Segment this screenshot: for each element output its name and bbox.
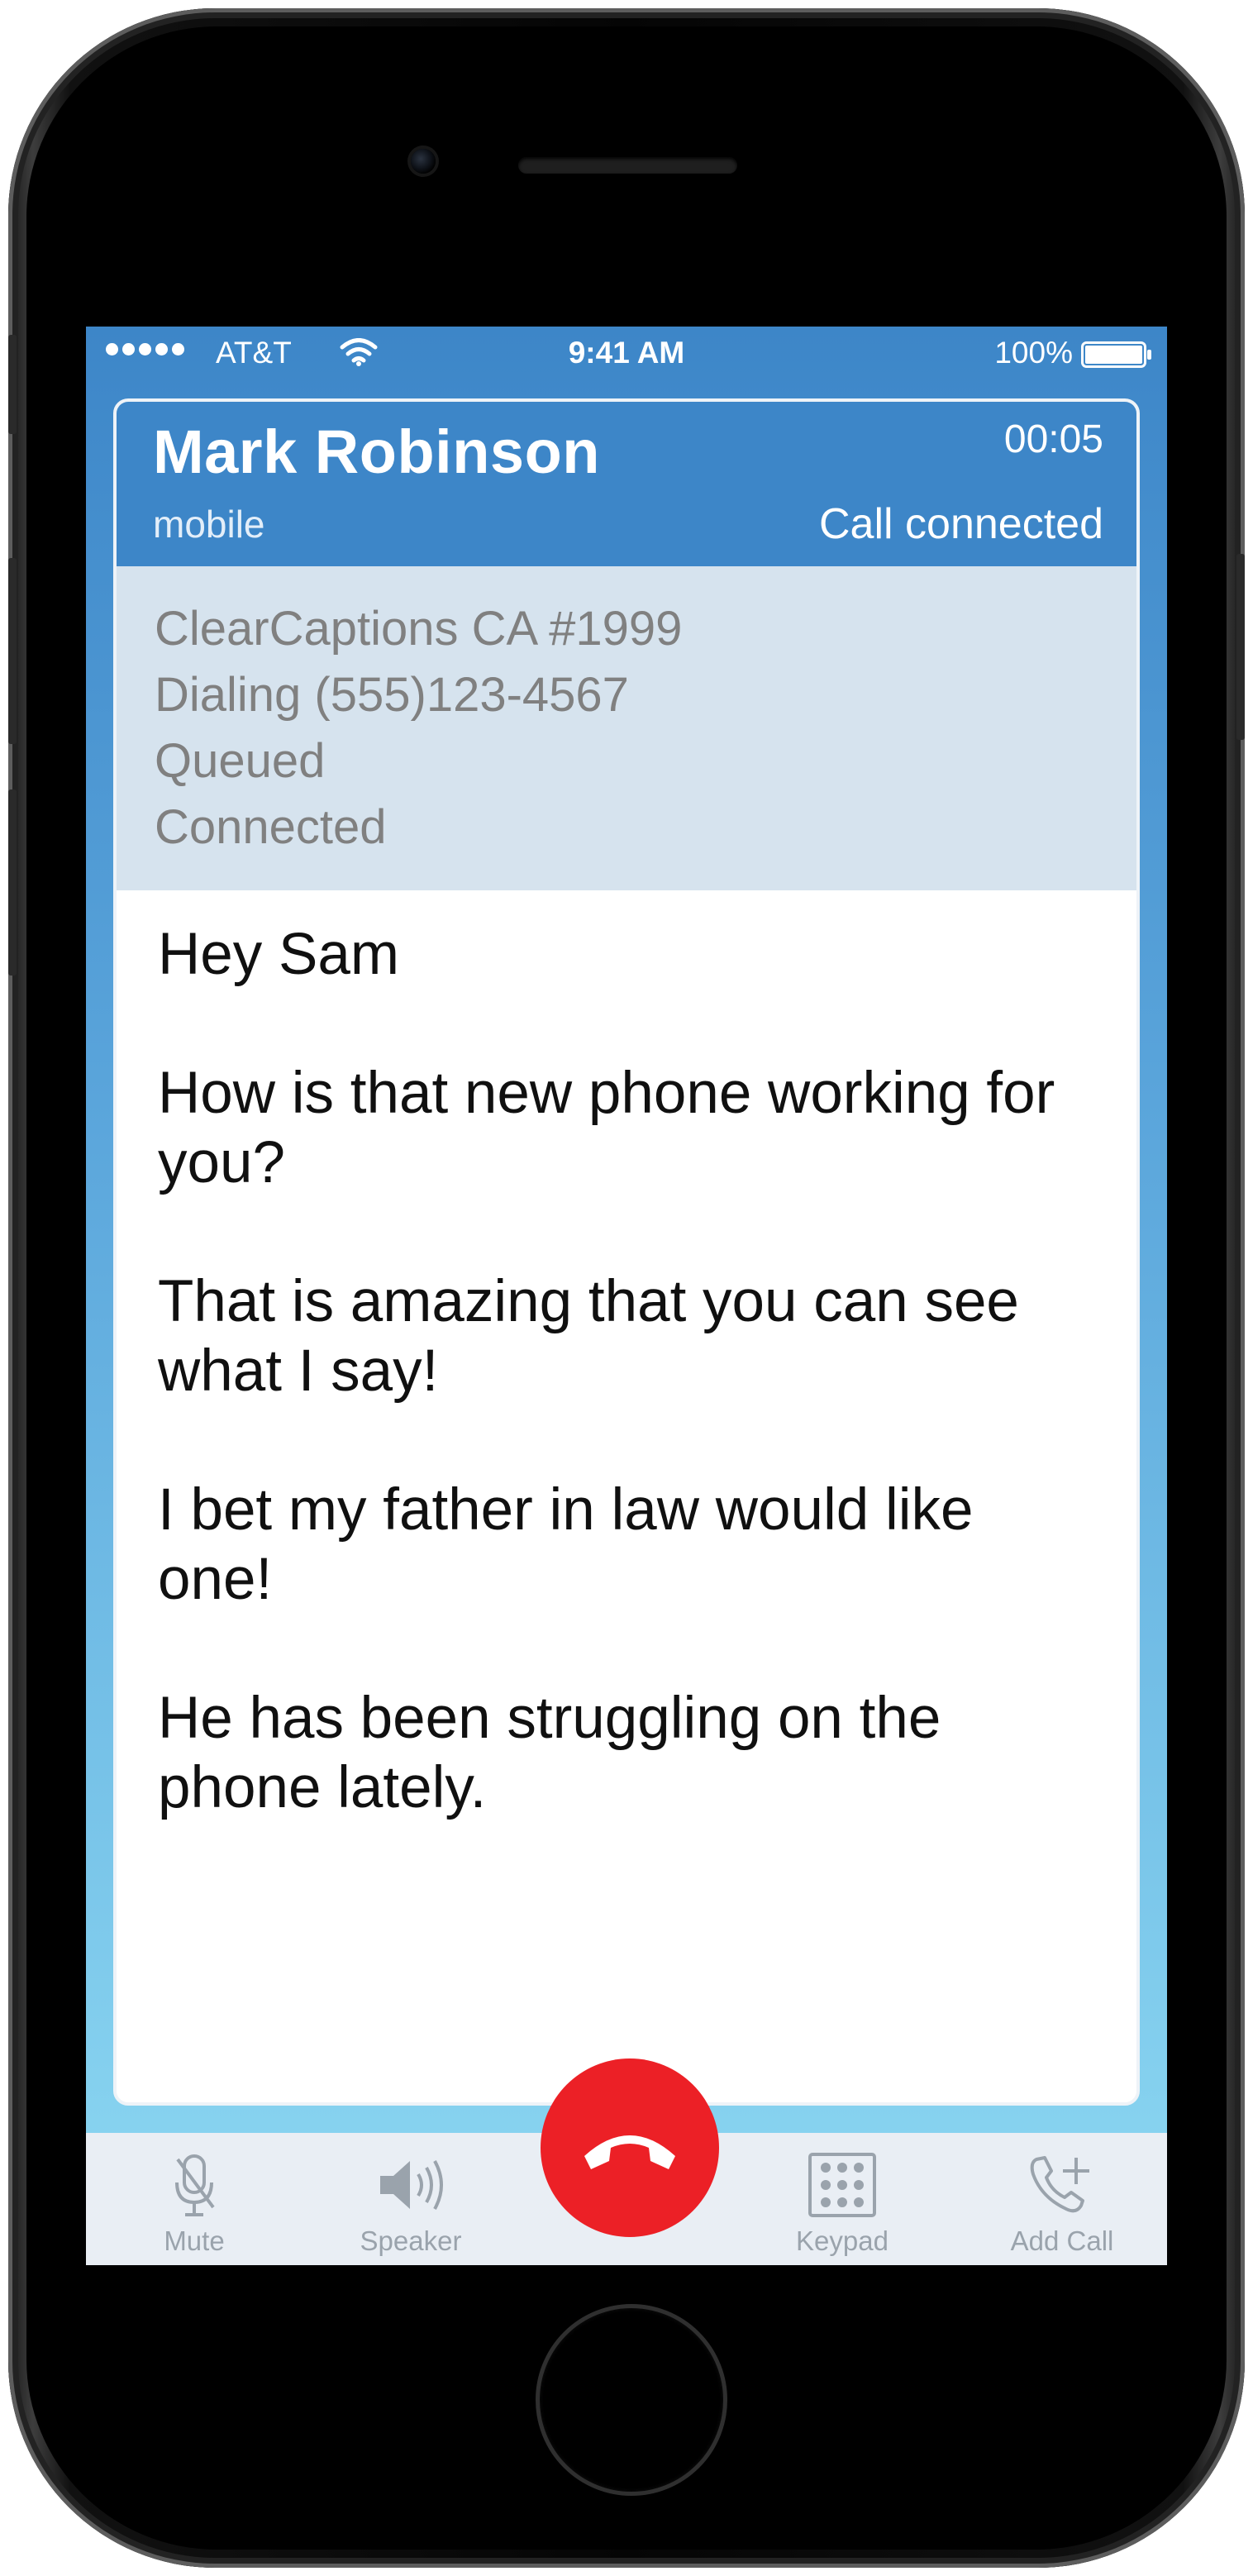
progress-line: ClearCaptions CA #1999 [155, 602, 683, 656]
progress-line: Queued [155, 734, 326, 788]
call-status: Call connected [819, 500, 1103, 548]
speaker-label: Speaker [360, 2225, 462, 2256]
phone-screen: AT&T 9:41 AM 100% Mark Robinson mobile 0… [86, 327, 1167, 2265]
home-button[interactable] [536, 2304, 727, 2496]
speaker-icon [380, 2160, 443, 2210]
battery-icon [1081, 341, 1151, 368]
call-card: Mark Robinson mobile 00:05 Call connecte… [113, 398, 1140, 2106]
front-camera [411, 149, 436, 174]
caption-line: I bet my father in law would like one! [158, 1477, 974, 1612]
silent-switch [8, 335, 17, 434]
caption-transcript[interactable]: Hey Sam How is that new phone working fo… [117, 890, 1136, 2102]
add-call-label: Add Call [1010, 2225, 1114, 2256]
add-call-icon [1030, 2156, 1089, 2213]
caption-line: How is that new phone working for you? [158, 1061, 1055, 1195]
status-bar: AT&T 9:41 AM 100% [86, 327, 1167, 383]
mute-button[interactable]: Mute [103, 2133, 285, 2265]
caller-name: Mark Robinson [153, 417, 600, 486]
call-header: Mark Robinson mobile 00:05 Call connecte… [117, 402, 1136, 566]
volume-up-button [8, 558, 17, 744]
microphone-icon [175, 2154, 215, 2216]
keypad-icon [808, 2153, 876, 2217]
caption-line: Hey Sam [158, 922, 399, 987]
progress-line: Dialing (555)123-4567 [155, 668, 629, 722]
caption-line: He has been struggling on the phone late… [158, 1686, 941, 1820]
add-call-button[interactable]: Add Call [971, 2133, 1153, 2265]
mute-label: Mute [164, 2225, 225, 2256]
keypad-button[interactable]: Keypad [751, 2133, 933, 2265]
progress-line: Connected [155, 800, 387, 854]
caption-line: That is amazing that you can see what I … [158, 1269, 1019, 1404]
earpiece-speaker [518, 157, 737, 174]
end-call-button[interactable] [541, 2058, 719, 2237]
call-timer: 00:05 [1003, 417, 1103, 461]
caller-number-type: mobile [153, 503, 265, 546]
volume-down-button [8, 789, 17, 976]
speaker-button[interactable]: Speaker [320, 2133, 502, 2265]
keypad-label: Keypad [796, 2225, 889, 2256]
battery-percentage: 100% [994, 336, 1073, 370]
call-progress-log: ClearCaptions CA #1999 Dialing (555)123-… [117, 566, 1136, 890]
end-call-icon [584, 2135, 675, 2169]
power-button [1236, 554, 1245, 740]
